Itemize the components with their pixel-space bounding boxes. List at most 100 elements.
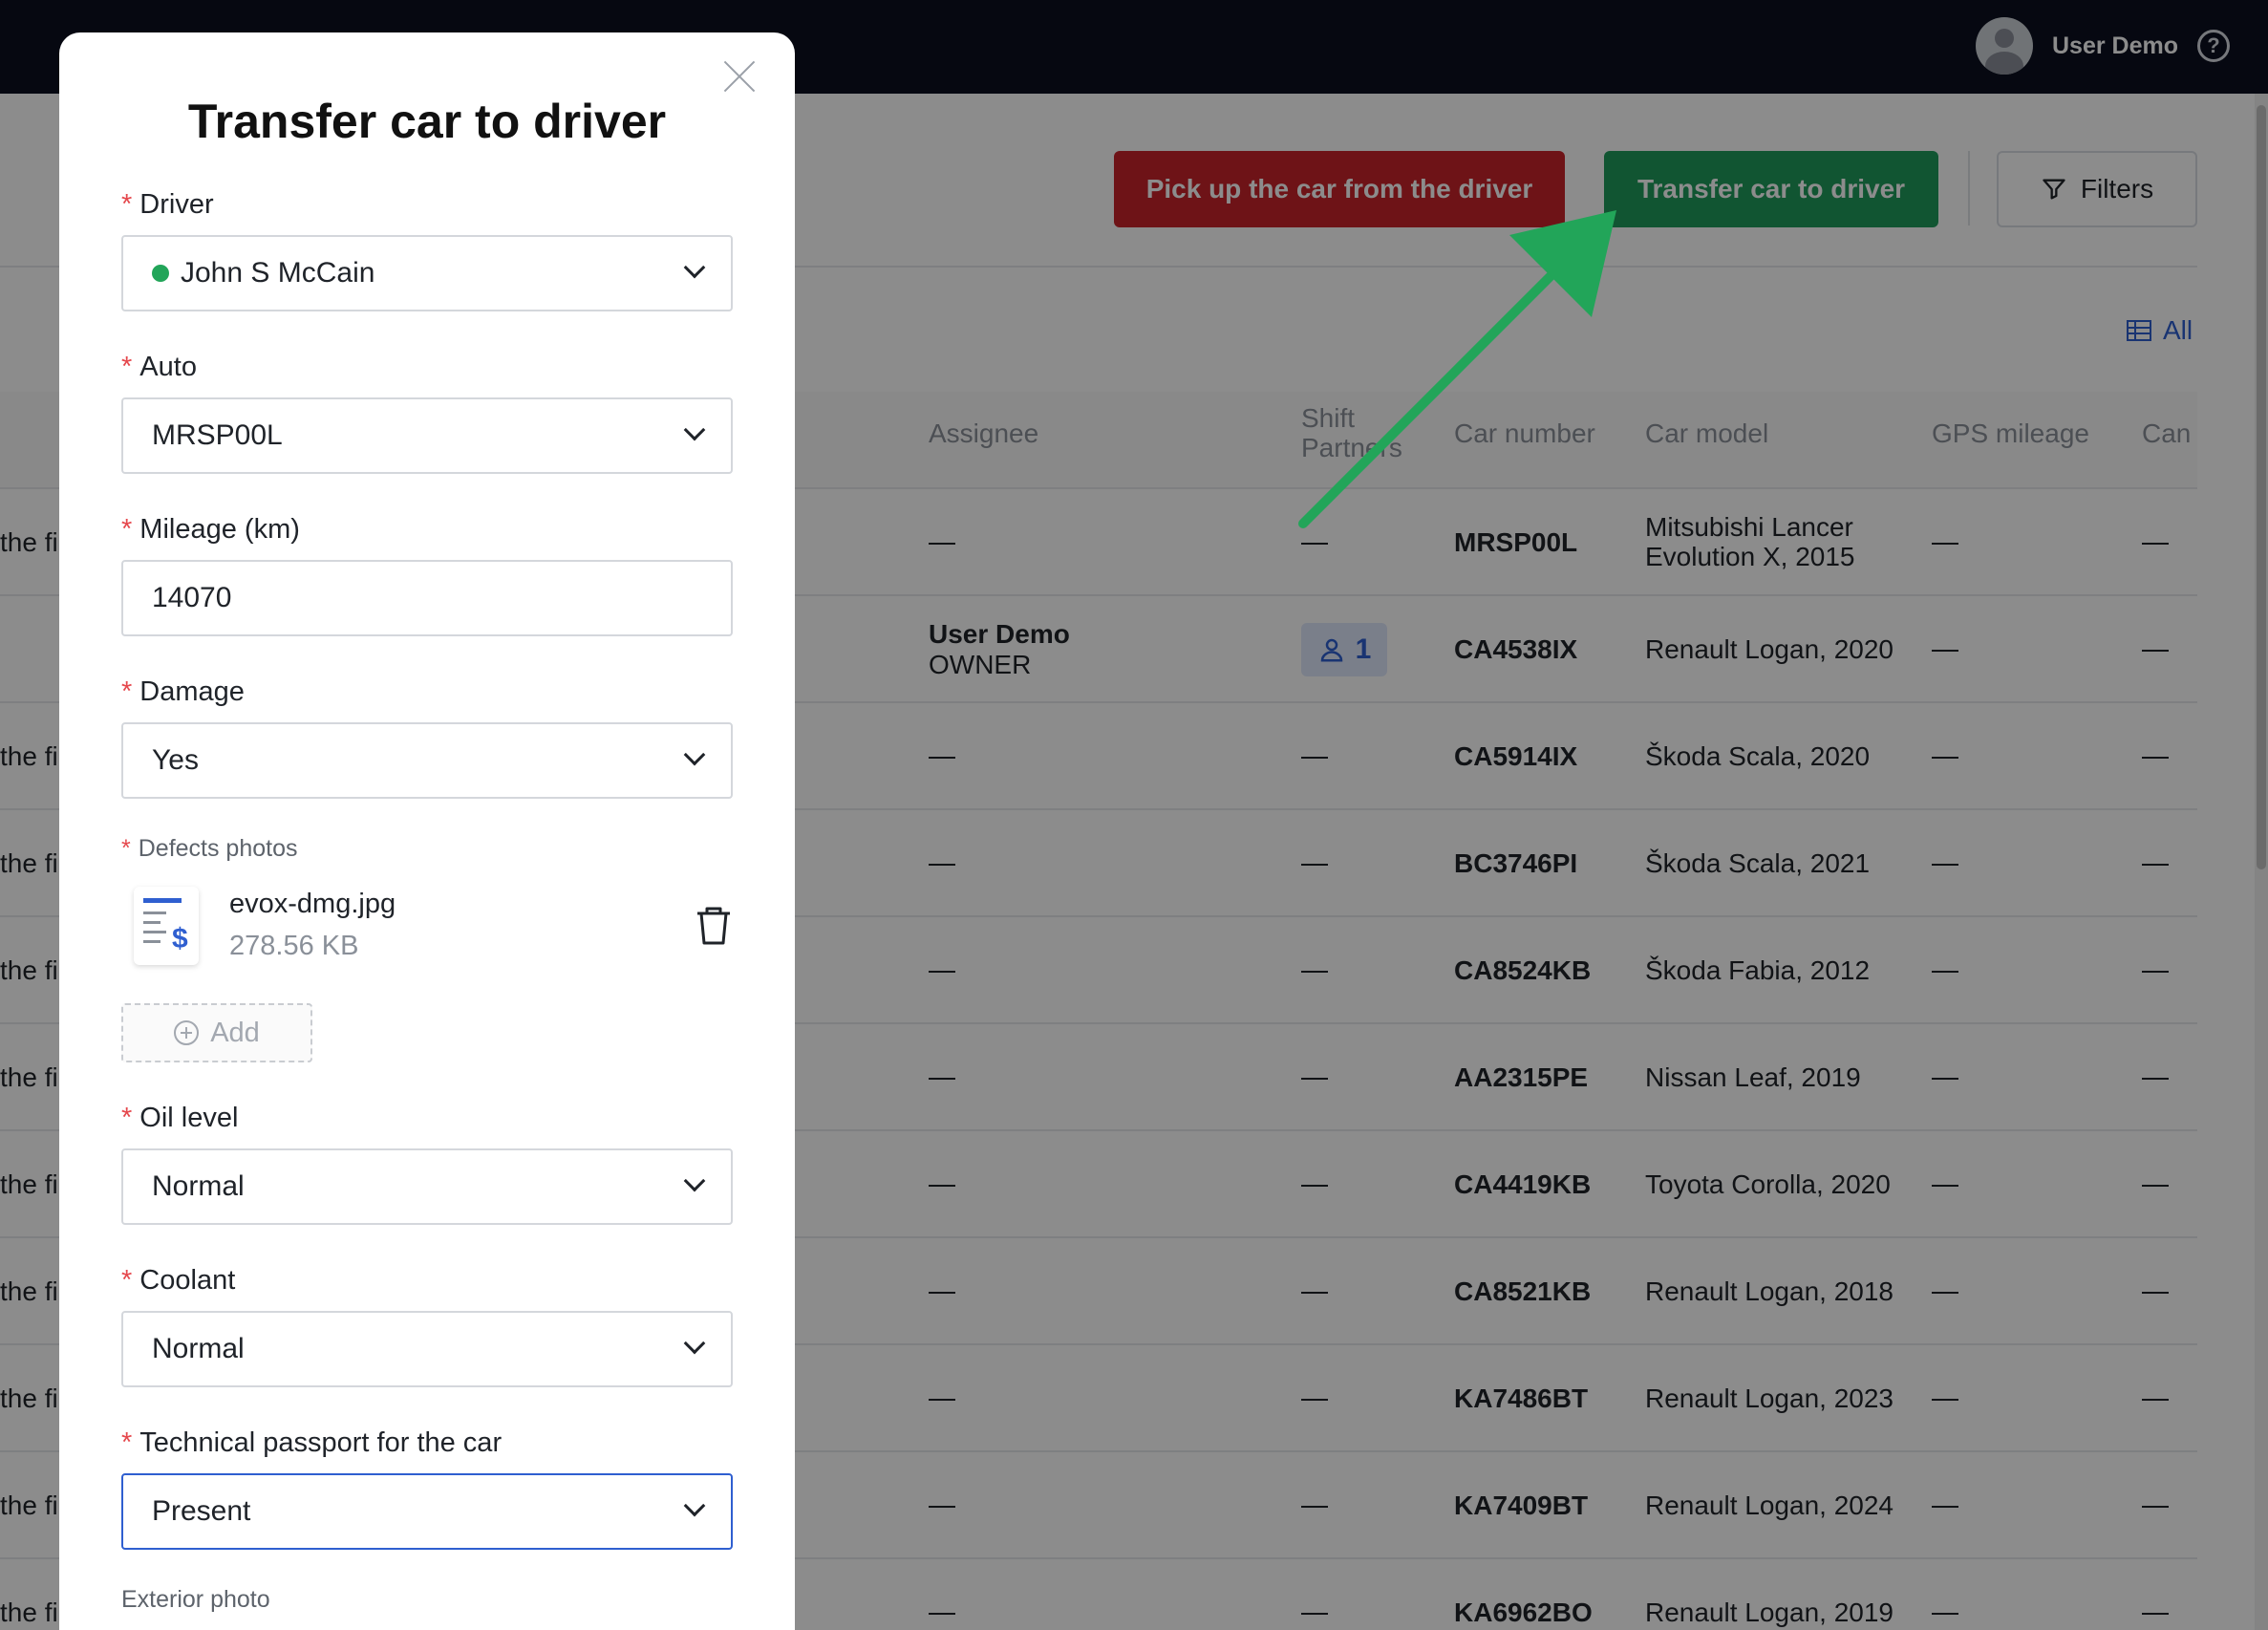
add-photo-label: Add bbox=[210, 1017, 260, 1048]
column-header-car-model[interactable]: Car model bbox=[1645, 418, 1768, 448]
assignee-empty bbox=[929, 864, 955, 866]
partners-empty bbox=[1301, 1399, 1328, 1401]
can-empty bbox=[2142, 1078, 2169, 1080]
can-empty bbox=[2142, 543, 2169, 545]
columns-all-link[interactable]: All bbox=[2127, 315, 2193, 346]
file-name[interactable]: evox-dmg.jpg bbox=[229, 889, 396, 920]
row-fragment-text: the fi bbox=[0, 741, 58, 771]
car-model: Renault Logan, 2024 bbox=[1645, 1491, 1894, 1520]
svg-text:$: $ bbox=[172, 923, 188, 954]
add-photo-button[interactable]: Add bbox=[121, 1003, 312, 1062]
auto-select[interactable]: MRSP00L bbox=[121, 397, 733, 474]
driver-select[interactable]: John S McCain bbox=[121, 235, 733, 311]
car-model: Nissan Leaf, 2019 bbox=[1645, 1062, 1861, 1092]
chevron-down-icon bbox=[683, 418, 706, 441]
coolant-value: Normal bbox=[152, 1333, 245, 1364]
table-columns-icon bbox=[2127, 320, 2151, 341]
close-icon[interactable] bbox=[722, 59, 757, 94]
car-number: CA8524KB bbox=[1454, 955, 1592, 985]
avatar[interactable] bbox=[1976, 17, 2033, 75]
modal-title: Transfer car to driver bbox=[187, 95, 667, 148]
can-empty bbox=[2142, 1185, 2169, 1187]
assignee-empty bbox=[929, 1185, 955, 1187]
car-model: Renault Logan, 2019 bbox=[1645, 1598, 1894, 1627]
car-model: Mitsubishi Lancer Evolution X, 2015 bbox=[1645, 512, 1855, 571]
can-empty bbox=[2142, 1399, 2169, 1401]
car-number: BC3746PI bbox=[1454, 848, 1578, 878]
scrollbar-thumb[interactable] bbox=[2257, 105, 2266, 869]
gps-mileage-empty bbox=[1932, 1185, 1958, 1187]
car-model: Toyota Corolla, 2020 bbox=[1645, 1169, 1891, 1199]
car-number: CA4419KB bbox=[1454, 1169, 1592, 1199]
row-fragment-text: the fi bbox=[0, 1598, 58, 1627]
tech-passport-value: Present bbox=[152, 1495, 251, 1527]
coolant-select[interactable]: Normal bbox=[121, 1311, 733, 1387]
row-fragment-text: the fi bbox=[0, 1383, 58, 1413]
user-menu[interactable]: User Demo ? bbox=[1976, 17, 2230, 75]
required-mark: * bbox=[121, 1103, 133, 1133]
car-number: KA7486BT bbox=[1454, 1383, 1589, 1413]
filter-icon bbox=[2043, 179, 2065, 200]
shift-partners-badge[interactable]: 1 bbox=[1301, 623, 1387, 676]
partners-empty bbox=[1301, 1506, 1328, 1508]
chevron-down-icon bbox=[683, 1494, 706, 1517]
partners-empty bbox=[1301, 757, 1328, 759]
tech-passport-select[interactable]: Present bbox=[121, 1473, 733, 1550]
assignee-role: OWNER bbox=[929, 650, 1032, 679]
car-model: Renault Logan, 2023 bbox=[1645, 1383, 1894, 1413]
car-model: Renault Logan, 2020 bbox=[1645, 634, 1894, 664]
required-mark: * bbox=[121, 835, 131, 862]
required-mark: * bbox=[121, 676, 133, 707]
gps-mileage-empty bbox=[1932, 1078, 1958, 1080]
can-empty bbox=[2142, 1292, 2169, 1294]
assignee-empty bbox=[929, 1399, 955, 1401]
partners-empty bbox=[1301, 1292, 1328, 1294]
assignee-empty bbox=[929, 1078, 955, 1080]
column-header-gps-mileage[interactable]: GPS mileage bbox=[1932, 418, 2089, 448]
car-number: AA2315PE bbox=[1454, 1062, 1589, 1092]
can-empty bbox=[2142, 757, 2169, 759]
row-fragment-text: the fi bbox=[0, 848, 58, 878]
auto-value: MRSP00L bbox=[152, 419, 283, 451]
column-header-assignee[interactable]: Assignee bbox=[929, 418, 1038, 448]
car-model: Škoda Scala, 2020 bbox=[1645, 741, 1871, 771]
user-name[interactable]: User Demo bbox=[2052, 32, 2178, 60]
gps-mileage-empty bbox=[1932, 1506, 1958, 1508]
car-number: KA7409BT bbox=[1454, 1491, 1589, 1520]
mileage-label: * Mileage (km) bbox=[121, 514, 300, 545]
oil-level-label: * Oil level bbox=[121, 1103, 239, 1133]
all-columns-label: All bbox=[2163, 315, 2193, 345]
help-icon[interactable]: ? bbox=[2197, 30, 2230, 62]
can-empty bbox=[2142, 864, 2169, 866]
mileage-input[interactable] bbox=[121, 560, 733, 636]
assignee-empty bbox=[929, 1506, 955, 1508]
car-model: Renault Logan, 2018 bbox=[1645, 1276, 1894, 1306]
trash-icon[interactable] bbox=[692, 904, 736, 948]
gps-mileage-empty bbox=[1932, 864, 1958, 866]
assignee-empty bbox=[929, 1613, 955, 1615]
tech-passport-label: * Technical passport for the car bbox=[121, 1427, 503, 1458]
gps-mileage-empty bbox=[1932, 757, 1958, 759]
car-number: CA8521KB bbox=[1454, 1276, 1592, 1306]
required-mark: * bbox=[121, 1265, 133, 1296]
auto-label: * Auto bbox=[121, 352, 197, 382]
chevron-down-icon bbox=[683, 256, 706, 279]
user-icon bbox=[1320, 638, 1342, 662]
receipt-file-icon: $ bbox=[134, 887, 199, 965]
oil-level-select[interactable]: Normal bbox=[121, 1148, 733, 1225]
filters-button[interactable]: Filters bbox=[1997, 151, 2197, 227]
shift-partners-count: 1 bbox=[1355, 633, 1372, 665]
damage-value: Yes bbox=[152, 744, 199, 776]
partners-empty bbox=[1301, 1078, 1328, 1080]
gps-mileage-empty bbox=[1932, 543, 1958, 545]
assignee-empty bbox=[929, 543, 955, 545]
filters-label: Filters bbox=[2080, 174, 2154, 204]
transfer-car-button[interactable]: Transfer car to driver bbox=[1604, 151, 1938, 227]
chevron-down-icon bbox=[683, 1169, 706, 1192]
row-fragment-text: the fi bbox=[0, 955, 58, 985]
partners-empty bbox=[1301, 1613, 1328, 1615]
column-header-can[interactable]: Can bbox=[2142, 418, 2191, 448]
assignee-name: User Demo bbox=[929, 619, 1070, 649]
required-mark: * bbox=[121, 1427, 133, 1458]
damage-select[interactable]: Yes bbox=[121, 722, 733, 799]
